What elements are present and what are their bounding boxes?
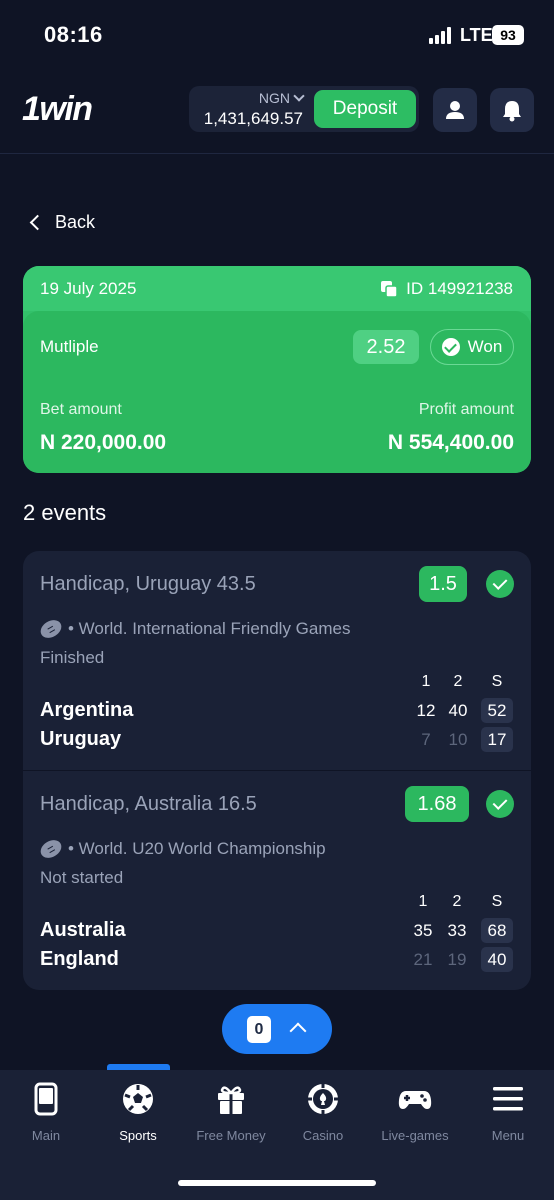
score-home-2: 40: [448, 701, 468, 720]
score-home-1: 35: [413, 921, 433, 940]
bet-card-body: Mutliple 2.52 Won Bet amount Profit amou…: [23, 311, 531, 473]
soccer-ball-icon: [123, 1084, 153, 1114]
bet-amount-label: Bet amount: [40, 401, 122, 418]
status-label: Won: [467, 337, 503, 356]
team-away: Uruguay: [40, 728, 122, 750]
balance-box[interactable]: NGN 1,431,649.57 Deposit: [189, 86, 419, 132]
score-away-2: 10: [448, 730, 468, 749]
status-bar: 08:16 LTE 93: [0, 0, 554, 70]
gamepad-icon: [398, 1091, 432, 1109]
score-column-sum: S: [491, 893, 503, 910]
event-league: • World. International Friendly Games: [37, 616, 351, 642]
score-away-1: 7: [421, 730, 431, 749]
check-circle-icon: [486, 790, 514, 818]
score-away-sum: 40: [481, 947, 513, 972]
nav-label: Free Money: [196, 1128, 266, 1143]
team-away: England: [40, 948, 119, 970]
bet-id-text: ID 149921238: [406, 279, 513, 298]
notifications-button[interactable]: [490, 88, 534, 132]
back-label: Back: [55, 211, 96, 232]
score-away-sum: 17: [481, 727, 513, 752]
nav-item-sports[interactable]: Sports: [92, 1082, 184, 1143]
bet-summary-card: 19 July 2025 ID 149921238 Mutliple 2.52 …: [23, 266, 531, 473]
chevron-up-icon: [289, 1022, 307, 1040]
total-coefficient: 2.52: [353, 330, 419, 364]
nav-item-main[interactable]: Main: [0, 1082, 92, 1143]
deposit-button[interactable]: Deposit: [314, 90, 416, 128]
team-home: Argentina: [40, 699, 134, 721]
score-home-1: 12: [416, 701, 436, 720]
event-item[interactable]: Handicap, Uruguay 43.5 1.5 • World. Inte…: [23, 551, 531, 770]
betslip-count: 0: [247, 1016, 271, 1043]
bet-type: Mutliple: [40, 337, 99, 356]
phone-icon: [34, 1082, 58, 1116]
rugby-ball-icon: [37, 616, 65, 642]
nav-label: Live-games: [381, 1128, 449, 1143]
balance-value: 1,431,649.57: [203, 109, 303, 128]
active-tab-indicator: [107, 1064, 170, 1070]
score-column-1: 1: [421, 673, 431, 690]
nav-item-menu[interactable]: Menu: [462, 1082, 554, 1143]
score-column-1: 1: [418, 893, 428, 910]
rugby-ball-icon: [37, 836, 65, 862]
app-header: 1win NGN 1,431,649.57 Deposit: [0, 80, 554, 154]
betslip-button[interactable]: 0: [222, 1004, 332, 1054]
league-label: • World. U20 World Championship: [68, 839, 326, 858]
event-market: Handicap, Australia 16.5: [40, 793, 257, 815]
nav-label: Menu: [491, 1128, 525, 1143]
currency-selector[interactable]: NGN: [258, 90, 305, 106]
hamburger-icon: [493, 1087, 523, 1111]
bet-card-header: 19 July 2025 ID 149921238: [23, 266, 531, 311]
profile-button[interactable]: [433, 88, 477, 132]
events-list: Handicap, Uruguay 43.5 1.5 • World. Inte…: [23, 551, 531, 990]
bet-date: 19 July 2025: [40, 279, 137, 298]
event-item[interactable]: Handicap, Australia 16.5 1.68 • World. U…: [23, 770, 531, 989]
check-circle-icon: [441, 338, 460, 356]
battery-icon: 93: [492, 25, 524, 45]
status-time: 08:16: [44, 22, 103, 47]
event-status: Not started: [40, 868, 124, 887]
bet-id[interactable]: ID 149921238: [380, 279, 513, 299]
network-type: LTE: [460, 25, 493, 45]
nav-label: Casino: [302, 1128, 344, 1143]
team-home: Australia: [40, 919, 126, 941]
nav-item-live-games[interactable]: Live-games: [369, 1082, 461, 1143]
chevron-left-icon: [29, 214, 46, 230]
brand-logo[interactable]: 1win: [22, 90, 93, 129]
nav-label: Main: [31, 1128, 61, 1143]
home-indicator: [178, 1180, 376, 1186]
event-league: • World. U20 World Championship: [37, 836, 326, 862]
events-count-title: 2 events: [23, 500, 107, 525]
score-column-2: 2: [453, 673, 463, 690]
profit-amount-value: N 554,400.00: [387, 431, 514, 454]
back-button[interactable]: Back: [28, 208, 95, 236]
score-home-sum: 52: [481, 698, 513, 723]
event-odds: 1.68: [405, 786, 469, 822]
nav-item-free-money[interactable]: Free Money: [185, 1082, 277, 1143]
score-home-sum: 68: [481, 918, 513, 943]
event-status: Finished: [40, 648, 105, 667]
gift-icon: [218, 1086, 244, 1114]
score-column-sum: S: [491, 673, 503, 690]
chevron-down-icon: [293, 90, 305, 102]
currency-label: NGN: [258, 90, 290, 106]
event-odds: 1.5: [419, 566, 467, 602]
user-icon: [446, 101, 464, 119]
nav-item-casino[interactable]: Casino: [277, 1082, 369, 1143]
poker-chip-icon: [308, 1084, 338, 1114]
profit-amount-label: Profit amount: [418, 401, 514, 418]
score-column-2: 2: [452, 893, 462, 910]
score-away-1: 21: [413, 950, 433, 969]
signal-icon: [429, 26, 453, 44]
event-market: Handicap, Uruguay 43.5: [40, 573, 256, 595]
score-away-2: 19: [447, 950, 467, 969]
nav-label: Sports: [119, 1128, 157, 1143]
score-home-2: 33: [447, 921, 467, 940]
status-badge: Won: [430, 329, 514, 365]
bell-icon: [503, 101, 521, 122]
league-label: • World. International Friendly Games: [68, 619, 351, 638]
check-circle-icon: [486, 570, 514, 598]
copy-icon[interactable]: [380, 280, 398, 298]
bet-amount-value: N 220,000.00: [40, 431, 167, 454]
